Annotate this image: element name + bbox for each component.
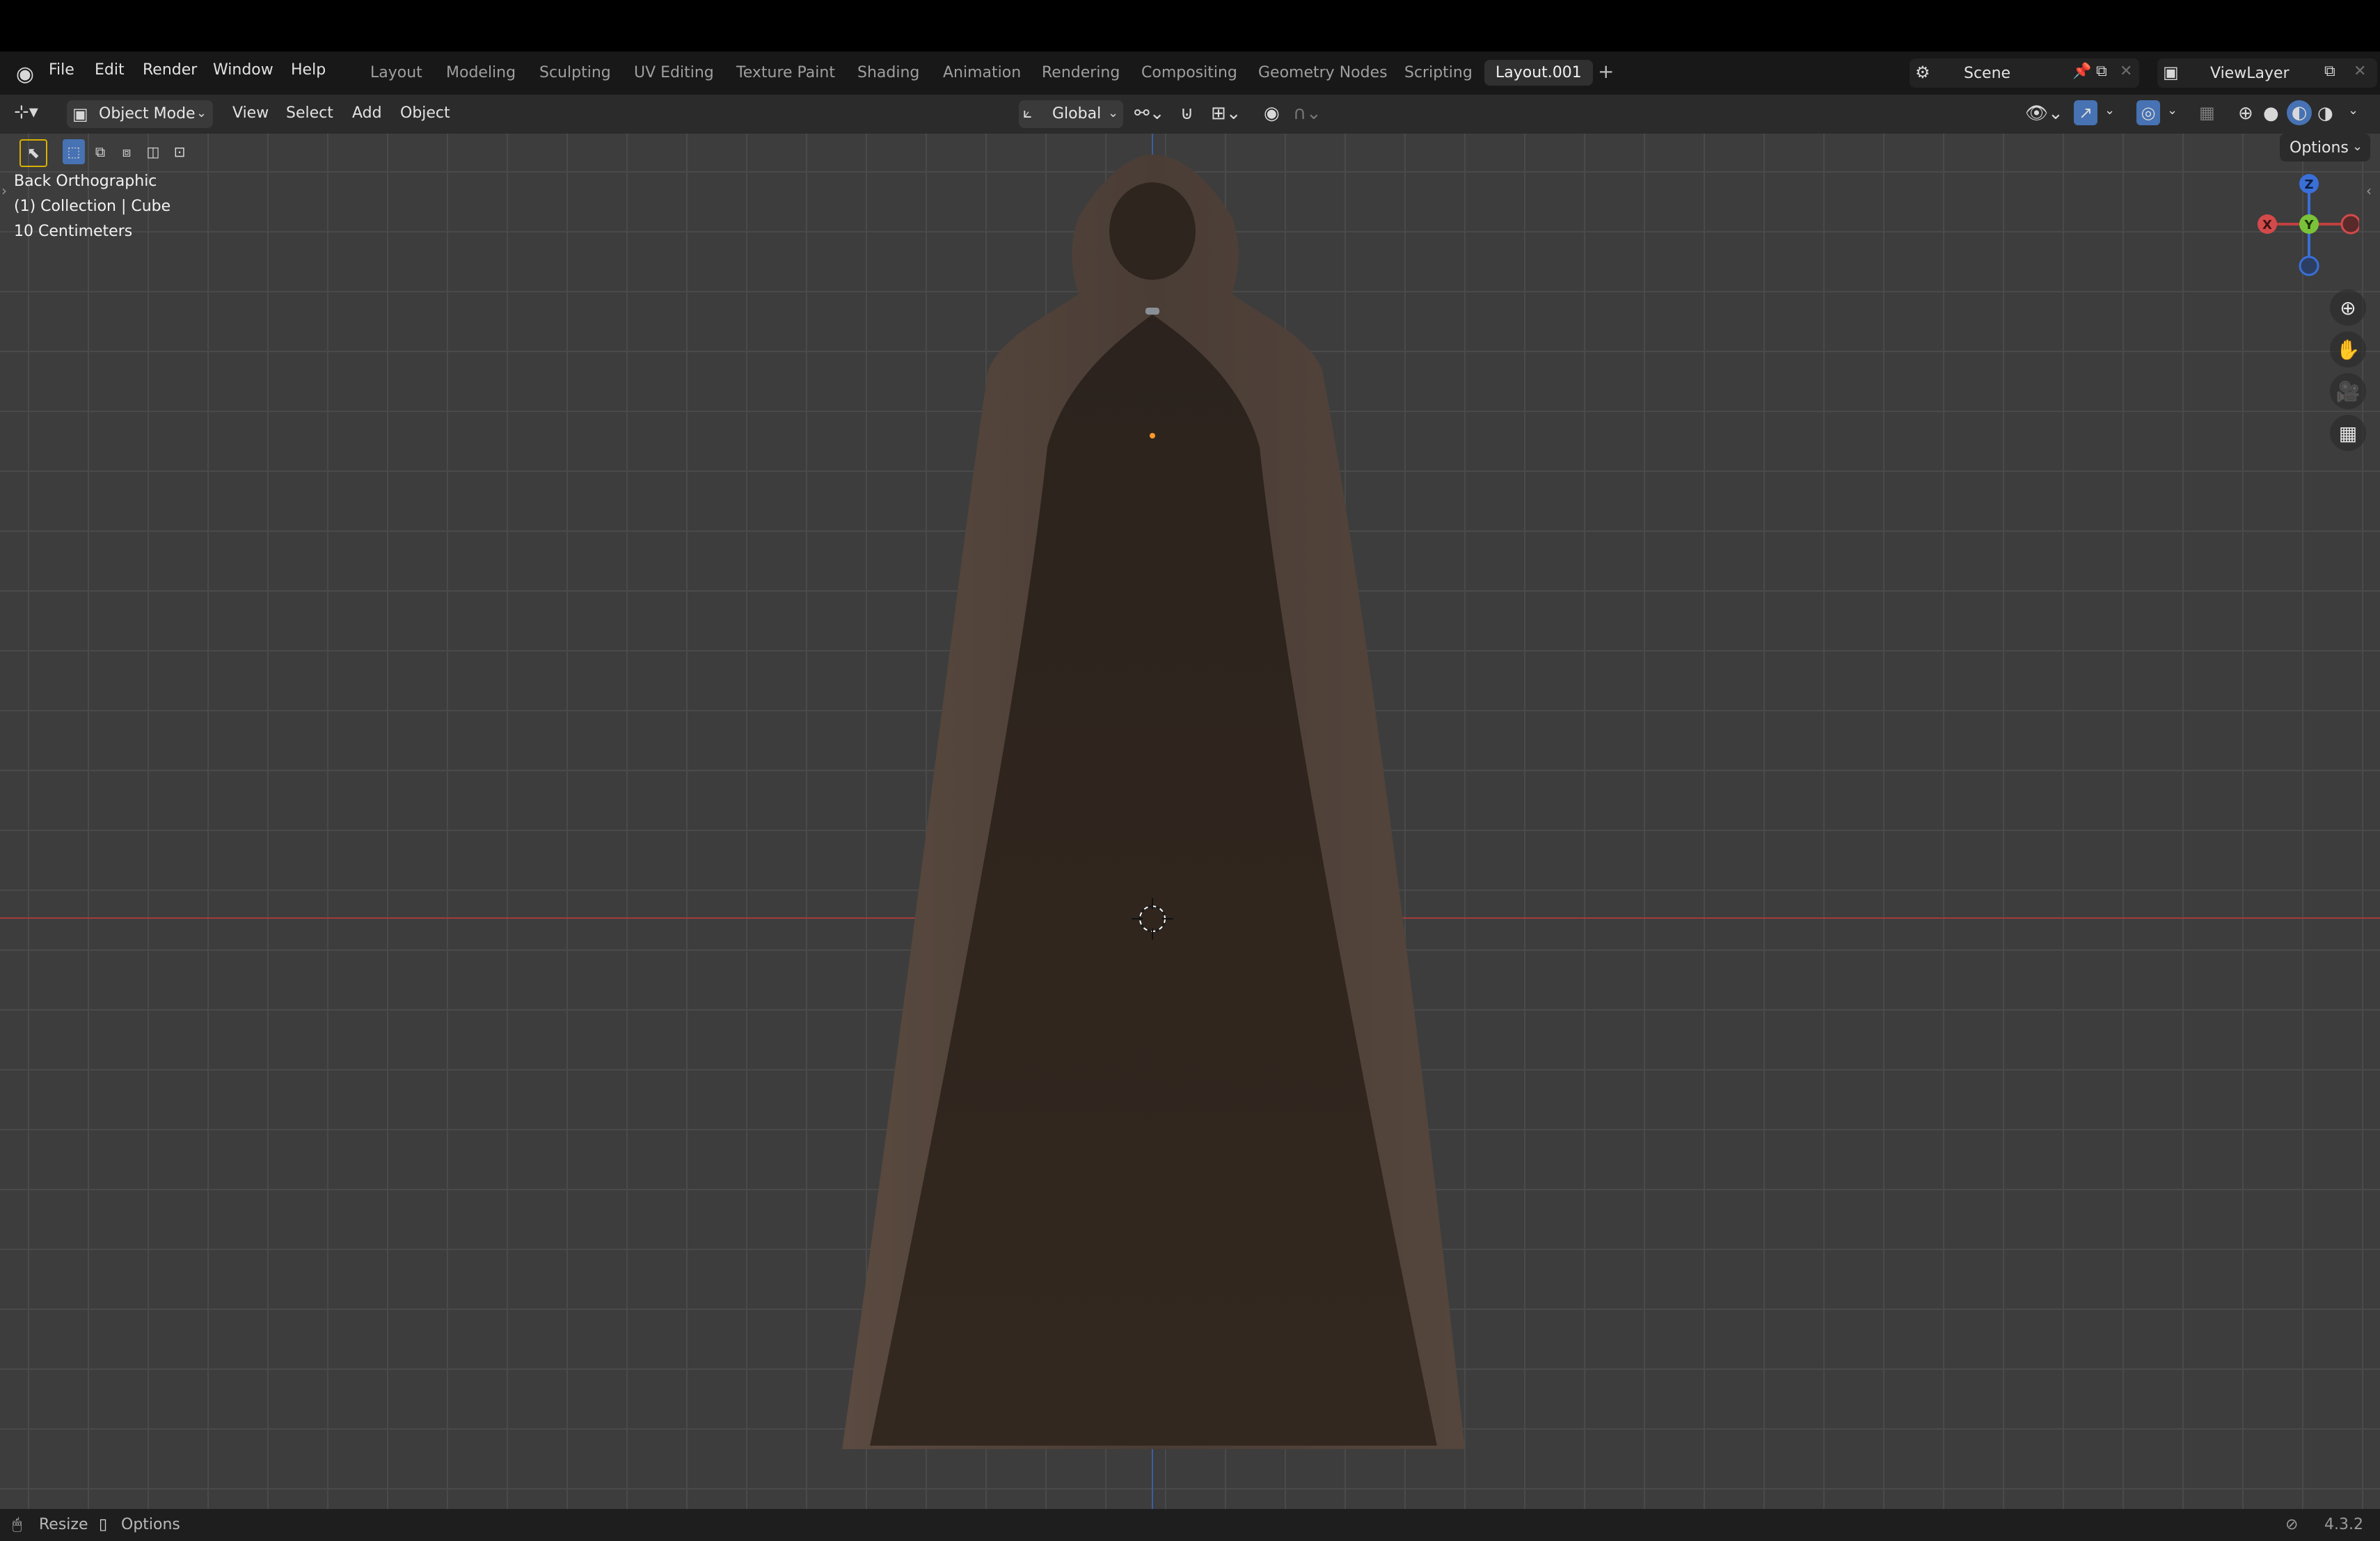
tab-sculpting[interactable]: Sculpting [539,64,611,81]
tab-shading[interactable]: Shading [857,64,919,81]
chevron-down-icon[interactable]: ⌄ [2104,103,2115,118]
camera-view-icon[interactable]: 🎥 [2330,373,2366,409]
delete-scene-icon[interactable]: ✕ [2120,63,2132,80]
version-label: 4.3.2 [2324,1516,2363,1533]
gizmo-z-label: Z [2304,177,2313,192]
tab-animation[interactable]: Animation [943,64,1021,81]
view-layer-selector[interactable]: ▣ ViewLayer ⧉ ✕ [2157,58,2377,88]
select-extend-icon[interactable]: ⧉ [89,139,111,164]
tab-modeling[interactable]: Modeling [446,64,516,81]
gizmo-y-label: Y [2303,218,2314,232]
tab-scripting[interactable]: Scripting [1404,64,1473,81]
pin-icon[interactable]: 📌 [2072,63,2091,80]
3d-viewport[interactable]: ⬉ ⬚ ⧉ ⧈ ◫ ⊡ Back Orthographic (1) Collec… [0,134,2380,1509]
visibility-icon[interactable]: 👁⌄ [2025,103,2063,124]
menu-edit[interactable]: Edit [95,61,125,79]
window-top-bar [0,0,2380,52]
menu-view[interactable]: View [232,104,269,122]
selection-mode-group: ⬚ ⧉ ⧈ ◫ ⊡ [63,139,195,167]
tab-layout[interactable]: Layout [370,64,422,81]
snap-icon[interactable]: ⊍ [1180,103,1193,124]
editor-type-icon[interactable]: ⊹▾ [14,102,38,123]
select-new-icon[interactable]: ⬚ [63,139,85,164]
menu-select[interactable]: Select [286,104,333,122]
view-name-label: Back Orthographic [14,173,157,190]
grid-scale-label: 10 Centimeters [14,223,133,240]
mode-label: Object Mode [99,105,196,123]
scene-name: Scene [1964,65,2011,82]
view-layer-icon: ▣ [2163,63,2179,82]
chevron-down-icon: ⌄ [196,106,207,120]
cloak-model[interactable] [821,134,1489,1470]
wireframe-shading-icon[interactable]: ⊕ [2238,103,2253,124]
proportional-falloff-icon[interactable]: ∩⌄ [1293,103,1322,124]
solid-shading-icon[interactable]: ● [2263,103,2279,124]
view-layer-name: ViewLayer [2210,65,2290,82]
mouse-left-icon: 🖱 [13,1516,22,1533]
delete-view-layer-icon[interactable]: ✕ [2354,63,2366,80]
select-subtract-icon[interactable]: ⧈ [116,139,138,164]
gizmo-x-label: X [2262,218,2272,232]
mode-selector[interactable]: ▣ Object Mode ⌄ [67,100,213,128]
tab-texture-paint[interactable]: Texture Paint [736,64,835,81]
chevron-down-icon: ⌄ [2352,139,2363,154]
perspective-toggle-icon[interactable]: ▦ [2330,415,2366,451]
overlays-toggle-icon[interactable]: ◎ [2136,100,2160,125]
select-invert-icon[interactable]: ◫ [142,139,164,164]
navigation-gizmo[interactable]: X Z Y [2248,168,2359,280]
proportional-editing-icon[interactable]: ◉ [1264,103,1280,124]
viewport-header: ⊹▾ ▣ Object Mode ⌄ View Select Add Objec… [0,95,2380,134]
pan-hand-icon[interactable]: ✋ [2330,331,2366,368]
options-label: Options [2290,139,2349,157]
tab-geometry-nodes[interactable]: Geometry Nodes [1258,64,1388,81]
tab-compositing[interactable]: Compositing [1141,64,1237,81]
options-button[interactable]: Options ⌄ [2280,134,2370,161]
orientation-label: Global [1052,105,1102,123]
tab-uv-editing[interactable]: UV Editing [634,64,714,81]
menu-object[interactable]: Object [400,104,450,122]
gizmo-toggle-icon[interactable]: ↗ [2074,100,2097,125]
pivot-point-icon[interactable]: ⚯⌄ [1134,103,1165,124]
chevron-down-icon: ⌄ [1108,106,1119,120]
menu-window[interactable]: Window [213,61,273,79]
transform-orientation-selector[interactable]: ⟀ Global ⌄ [1019,100,1123,128]
new-scene-icon[interactable]: ⧉ [2096,63,2107,80]
blender-logo-icon[interactable]: ◉ [13,61,38,86]
3d-cursor-icon[interactable] [1132,898,1173,940]
add-workspace-button[interactable]: + [1598,60,1614,83]
orientation-icon: ⟀ [1023,104,1033,122]
menu-add[interactable]: Add [352,104,382,122]
status-options-label: Options [121,1516,180,1533]
status-resize-label: Resize [39,1516,88,1533]
snap-target-icon[interactable]: ⊞⌄ [1211,103,1241,124]
object-mode-icon: ▣ [72,104,88,124]
select-tool-icon[interactable]: ⬉ [19,139,47,167]
rendered-shading-icon[interactable]: ◑ [2317,103,2333,124]
chevron-down-icon[interactable]: ⌄ [2167,103,2177,118]
top-menu-bar: ◉ File Edit Render Window Help Layout Mo… [0,52,2380,95]
status-bar: 🖱 Resize ▯ Options ⊘ 4.3.2 [0,1509,2380,1541]
zoom-icon[interactable]: ⊕ [2330,290,2366,326]
menu-render[interactable]: Render [143,61,197,79]
scene-selector[interactable]: ⚙ Scene 📌 ⧉ ✕ [1910,58,2139,88]
menu-help[interactable]: Help [291,61,326,79]
xray-toggle-icon[interactable]: ▦ [2199,103,2215,123]
toolbar-toggle-icon[interactable]: › [1,182,7,199]
new-view-layer-icon[interactable]: ⧉ [2324,63,2335,80]
material-preview-shading-icon[interactable]: ◐ [2287,100,2312,125]
tab-layout-001[interactable]: Layout.001 [1484,60,1593,86]
mouse-right-icon: ▯ [99,1516,108,1533]
sidebar-toggle-icon[interactable]: ‹ [2366,182,2372,199]
select-intersect-icon[interactable]: ⊡ [168,139,191,164]
tab-rendering[interactable]: Rendering [1042,64,1120,81]
menu-file[interactable]: File [49,61,74,79]
scene-icon: ⚙ [1915,63,1930,82]
network-off-icon[interactable]: ⊘ [2285,1516,2298,1533]
collection-info-label: (1) Collection | Cube [14,198,171,215]
chevron-down-icon[interactable]: ⌄ [2348,103,2358,118]
